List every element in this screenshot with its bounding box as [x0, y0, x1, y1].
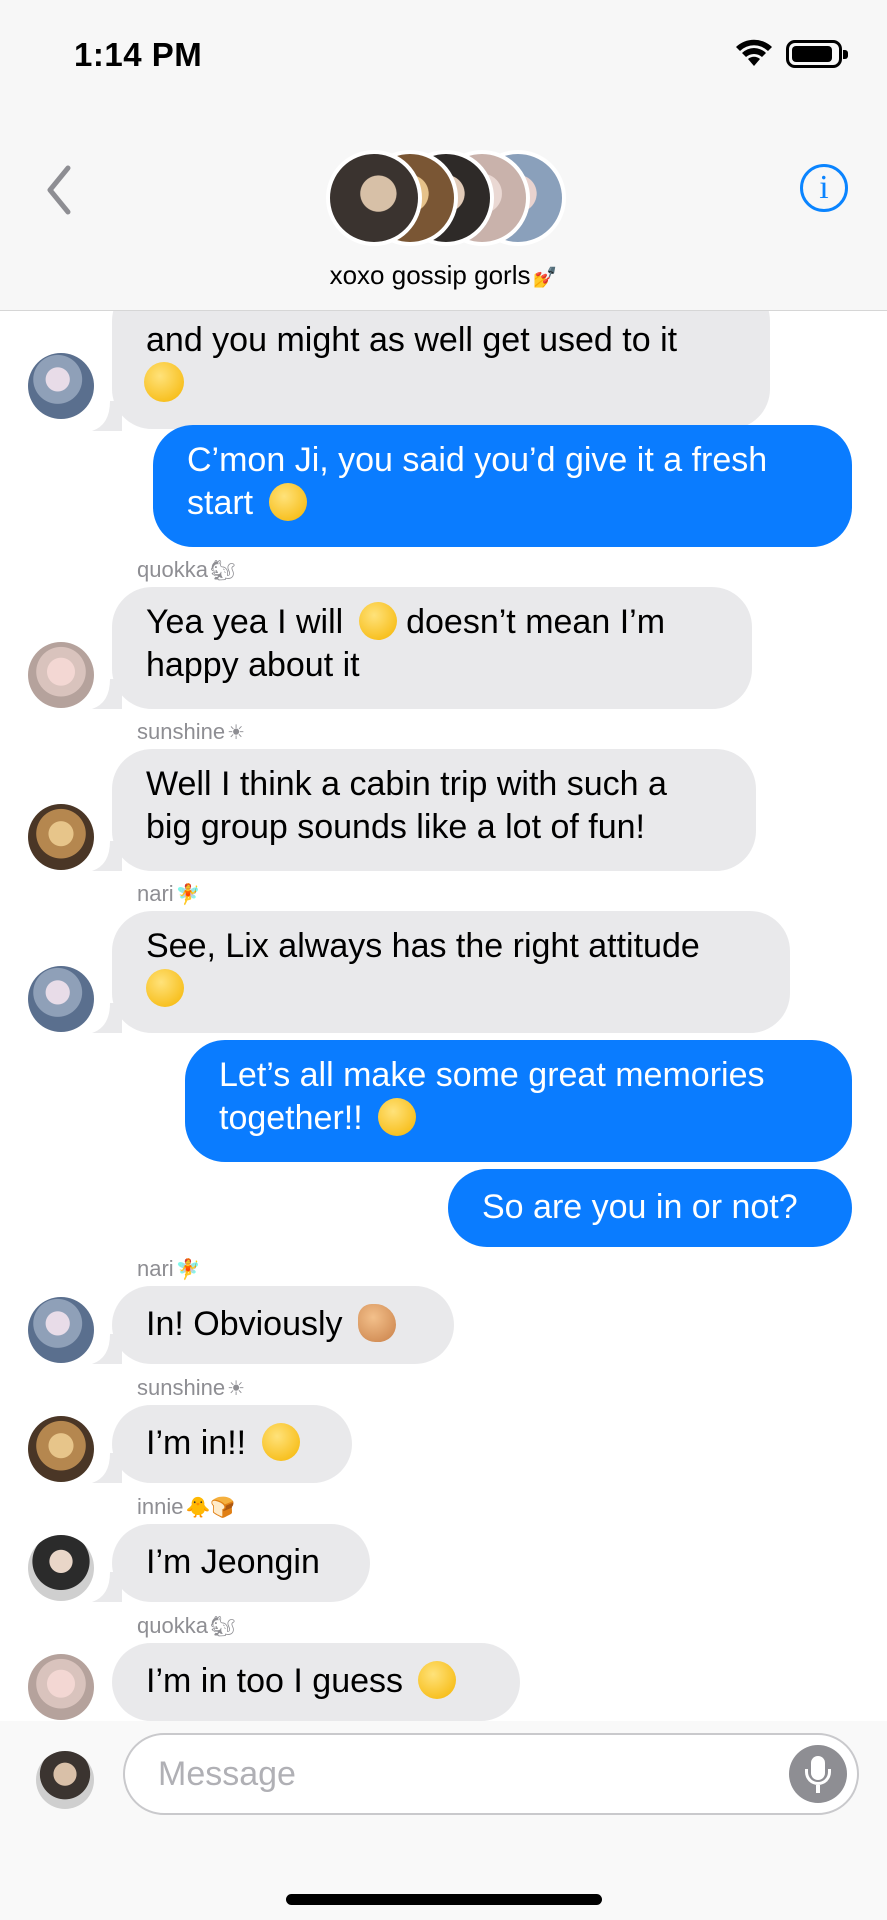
- wifi-icon: [736, 39, 772, 66]
- battery-icon: [786, 40, 848, 68]
- message-bubble[interactable]: See, Lix always has the right attitude: [112, 911, 790, 1033]
- message-bubble[interactable]: I’m Jeongin: [112, 1524, 370, 1602]
- group-name[interactable]: xoxo gossip gorls 💅: [0, 260, 887, 291]
- neutral-face-emoji: [418, 1661, 457, 1700]
- sender-name: sunshine ☀: [137, 1375, 246, 1400]
- steam-face-emoji: [144, 362, 184, 403]
- status-bar: 1:14 PM: [0, 0, 887, 110]
- message-input[interactable]: Message: [123, 1733, 859, 1815]
- avatar[interactable]: [28, 642, 94, 708]
- pleading-face-emoji: [268, 483, 307, 522]
- avatar[interactable]: [28, 1535, 94, 1601]
- sender-name: nari 🧚: [137, 881, 201, 906]
- bubble-tail: [92, 401, 122, 431]
- relieved-face-emoji: [146, 969, 184, 1008]
- message-placeholder: Message: [158, 1755, 296, 1793]
- sender-name: innie 🐥🍞: [137, 1494, 236, 1519]
- message-list[interactable]: and you might as well get used to it C’m…: [0, 311, 887, 1721]
- bubble-tail: [92, 1334, 122, 1364]
- message-bubble[interactable]: C’mon Ji, you said you’d give it a fresh…: [153, 425, 852, 547]
- nail-polish-icon: 💅: [532, 267, 558, 289]
- message-bubble[interactable]: So are you in or not?: [448, 1169, 852, 1247]
- conversation-header: xoxo gossip gorls 💅 i: [0, 110, 887, 311]
- avatar[interactable]: [28, 1297, 94, 1363]
- bubble-tail: [92, 841, 122, 871]
- sender-name: quokka 🐿: [137, 557, 236, 582]
- message-bubble[interactable]: I’m in too I guess: [112, 1643, 520, 1721]
- message-bubble[interactable]: Let’s all make some great memories toget…: [185, 1040, 852, 1162]
- home-indicator[interactable]: [286, 1894, 602, 1905]
- sender-name: nari 🧚: [137, 1256, 201, 1281]
- status-time: 1:14 PM: [74, 36, 203, 73]
- my-avatar[interactable]: [36, 1751, 94, 1809]
- avatar[interactable]: [28, 1416, 94, 1482]
- unamused-face-emoji: [358, 602, 397, 641]
- message-bubble[interactable]: and you might as well get used to it: [112, 311, 770, 429]
- bubble-tail: [92, 1453, 122, 1483]
- sender-name: quokka 🐿: [137, 1613, 236, 1638]
- avatar[interactable]: [28, 966, 94, 1032]
- compose-bar: Message: [0, 1721, 887, 1920]
- sender-name: sunshine ☀: [137, 719, 246, 744]
- avatar[interactable]: [28, 804, 94, 870]
- halo-face-emoji: [261, 1423, 300, 1462]
- tipping-hand-emoji: [357, 1304, 396, 1343]
- bubble-tail: [92, 1003, 122, 1033]
- avatar[interactable]: [28, 353, 94, 419]
- microphone-icon[interactable]: [789, 1745, 847, 1803]
- message-bubble[interactable]: Well I think a cabin trip with such a bi…: [112, 749, 756, 871]
- group-avatars[interactable]: [326, 150, 576, 250]
- pleading-face-emoji: [378, 1098, 417, 1137]
- message-bubble[interactable]: In! Obviously: [112, 1286, 454, 1364]
- message-bubble[interactable]: Yea yea I will doesn’t mean I’m happy ab…: [112, 587, 752, 709]
- message-bubble[interactable]: I’m in!!: [112, 1405, 352, 1483]
- back-chevron-icon[interactable]: [40, 160, 80, 220]
- bubble-tail: [92, 679, 122, 709]
- info-icon[interactable]: i: [800, 164, 848, 212]
- bubble-tail: [92, 1572, 122, 1602]
- avatar[interactable]: [28, 1654, 94, 1720]
- group-avatar: [326, 150, 422, 246]
